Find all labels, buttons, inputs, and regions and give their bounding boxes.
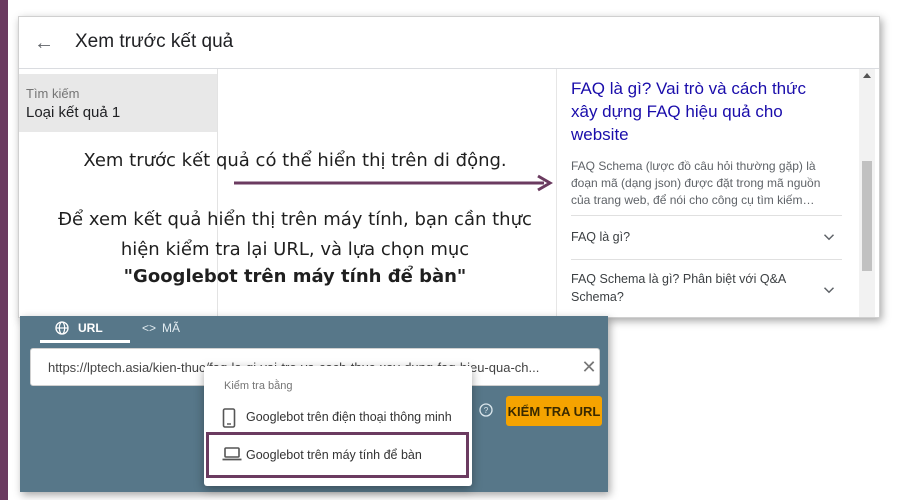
svg-text:?: ?: [484, 406, 489, 415]
help-circle-icon[interactable]: ?: [478, 402, 494, 418]
chevron-down-icon: [823, 233, 835, 240]
tab-url-label: URL: [78, 321, 103, 335]
pointer-arrow-icon: [234, 174, 553, 192]
scroll-up-icon[interactable]: [863, 73, 871, 78]
code-icon: <>: [142, 321, 157, 335]
tab-url[interactable]: URL: [54, 316, 103, 340]
sidebar-item-label: Tìm kiếm: [26, 86, 80, 101]
instruction-desktop: Để xem kết quả hiển thị trên máy tính, b…: [58, 209, 532, 260]
dropdown-header: Kiểm tra bằng: [224, 380, 293, 392]
active-tab-indicator: [40, 340, 130, 343]
tab-code[interactable]: <> MÃ: [142, 316, 180, 340]
scroll-thumb[interactable]: [862, 161, 872, 271]
inspect-with-dropdown: Kiểm tra bằng Googlebot trên điện thoại …: [204, 366, 472, 486]
page-title: Xem trước kết quả: [75, 31, 234, 52]
left-accent-stripe: [0, 0, 8, 500]
sidebar-item-search-type[interactable]: Tìm kiếm Loại kết quả 1: [19, 74, 217, 132]
faq-item[interactable]: FAQ Schema là gì? Phân biệt với Q&A Sche…: [571, 259, 842, 317]
search-result-preview: FAQ là gì? Vai trò và cách thức xây dựng…: [556, 69, 847, 317]
instruction-highlight: "Googlebot trên máy tính để bàn": [123, 266, 467, 287]
tab-code-label: MÃ: [162, 321, 181, 335]
faq-item[interactable]: FAQ là gì?: [571, 215, 842, 257]
instruction-mobile: Xem trước kết quả có thể hiển thị trên d…: [83, 150, 507, 171]
sidebar-item-value: Loại kết quả 1: [26, 104, 121, 121]
inspect-url-button[interactable]: KIỂM TRA URL: [506, 396, 602, 426]
close-icon[interactable]: ✕: [579, 357, 599, 377]
chevron-down-icon: [823, 286, 835, 293]
scrollbar[interactable]: [859, 69, 875, 317]
globe-icon: [55, 321, 69, 335]
option-desktop[interactable]: Googlebot trên máy tính để bàn: [204, 436, 472, 476]
result-title-link[interactable]: FAQ là gì? Vai trò và cách thức xây dựng…: [571, 77, 835, 146]
laptop-icon: [222, 447, 242, 461]
smartphone-icon: [222, 408, 236, 428]
faq-question: FAQ là gì?: [571, 230, 631, 244]
back-arrow-icon[interactable]: ←: [29, 28, 59, 58]
option-label: Googlebot trên điện thoại thông minh: [246, 410, 452, 424]
faq-question: FAQ Schema là gì? Phân biệt với Q&A Sche…: [571, 272, 786, 304]
option-smartphone[interactable]: Googlebot trên điện thoại thông minh: [204, 398, 472, 438]
preview-header: ← Xem trước kết quả: [19, 17, 879, 69]
result-snippet: FAQ Schema (lược đồ câu hỏi thường gặp) …: [571, 159, 821, 207]
option-label: Googlebot trên máy tính để bàn: [246, 448, 422, 462]
